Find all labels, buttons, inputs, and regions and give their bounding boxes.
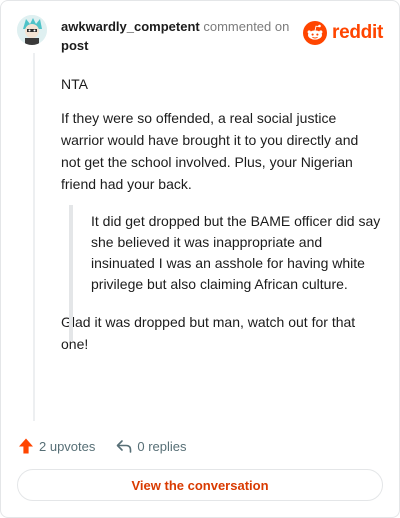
reddit-logo[interactable]: reddit — [303, 21, 383, 45]
comment-actions: 2 upvotes 0 replies — [17, 435, 207, 457]
comment-paragraph: Glad it was dropped but man, watch out f… — [61, 314, 356, 352]
post-link[interactable]: post — [61, 36, 301, 55]
comment-meta: awkwardly_competent commented on post — [61, 17, 301, 55]
upvote-arrow-icon — [19, 438, 33, 454]
reddit-wordmark: reddit — [332, 22, 383, 43]
upvote-button[interactable]: 2 upvotes — [17, 437, 95, 455]
comment-body: NTA If they were so offended, a real soc… — [61, 73, 381, 367]
reply-count: 0 replies — [137, 438, 187, 454]
avatar-image — [17, 15, 47, 45]
replies-button[interactable]: 0 replies — [115, 437, 187, 455]
blockquote-bar — [69, 205, 73, 341]
blockquote-text: It did get dropped but the BAME officer … — [91, 213, 381, 292]
blockquote: It did get dropped but the BAME officer … — [69, 205, 381, 341]
view-conversation-button[interactable]: View the conversation — [17, 469, 383, 501]
upvote-count: 2 upvotes — [39, 438, 96, 454]
avatar[interactable] — [17, 15, 47, 45]
thread-line[interactable] — [33, 53, 35, 421]
reddit-alien-icon — [303, 21, 328, 45]
comment-paragraph: If they were so offended, a real social … — [61, 110, 359, 192]
commented-on-label: commented on — [203, 19, 290, 34]
username-link[interactable]: awkwardly_competent — [61, 19, 200, 34]
comment-card: awkwardly_competent commented on post re… — [0, 0, 400, 518]
reply-arrow-icon — [117, 440, 132, 453]
comment-paragraph: NTA — [61, 76, 88, 92]
